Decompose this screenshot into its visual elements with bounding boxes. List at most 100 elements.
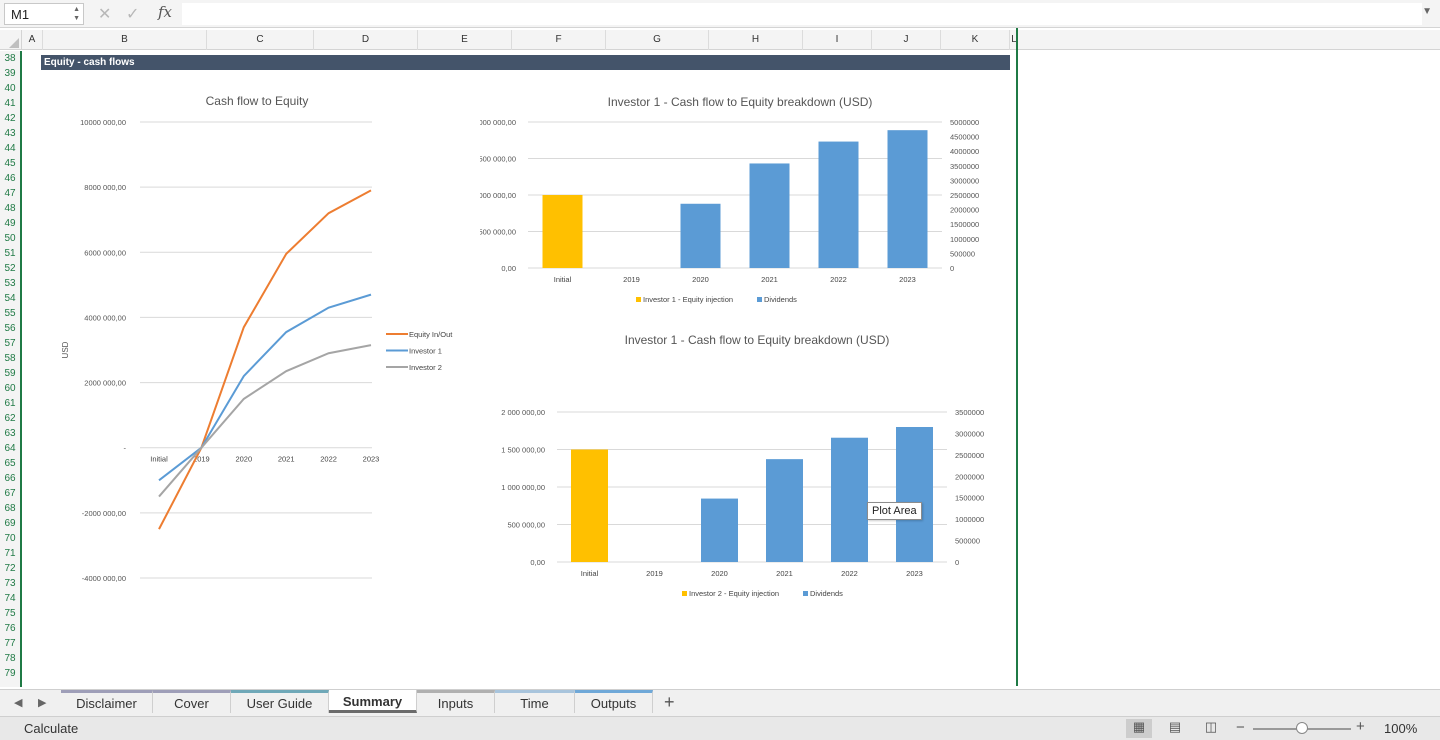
row-header[interactable]: 68 [0,501,20,516]
row-header[interactable]: 72 [0,561,20,576]
row-header[interactable]: 44 [0,141,20,156]
column-header[interactable]: A [22,30,43,50]
row-header[interactable]: 49 [0,216,20,231]
row-header[interactable]: 79 [0,666,20,681]
row-header[interactable]: 51 [0,246,20,261]
row-header[interactable]: 58 [0,351,20,366]
tab-inputs[interactable]: Inputs [417,690,495,713]
row-header[interactable]: 67 [0,486,20,501]
row-header[interactable]: 38 [0,51,20,66]
name-box-value: M1 [11,7,30,22]
page-layout-icon[interactable]: ▤ [1162,719,1188,738]
row-header[interactable]: 40 [0,81,20,96]
zoom-slider-handle[interactable] [1296,722,1308,734]
row-header[interactable]: 45 [0,156,20,171]
row-header[interactable]: 65 [0,456,20,471]
row-header[interactable]: 47 [0,186,20,201]
tab-summary[interactable]: Summary [329,690,417,713]
name-box[interactable]: M1 ▲ ▼ [4,3,84,25]
series-line-investor-2 [158,344,372,498]
row-header[interactable]: 78 [0,651,20,666]
y2-tick-label: 1000000 [955,515,984,524]
row-header[interactable]: 46 [0,171,20,186]
y-tick-label: 1 000 000,00 [501,483,545,492]
investor2-bar-chart[interactable]: Investor 1 - Cash flow to Equity breakdo… [480,325,1000,605]
row-header[interactable]: 75 [0,606,20,621]
y-tick-label: 10000 000,00 [80,118,126,127]
row-header[interactable]: 42 [0,111,20,126]
row-header[interactable]: 52 [0,261,20,276]
row-header[interactable]: 55 [0,306,20,321]
cash-flow-line-chart[interactable]: Cash flow to Equity 10000 000,00 8000 000,… [60,88,480,598]
y2-tick-label: 3000000 [955,429,984,438]
y-tick-label: - [124,444,127,453]
row-header[interactable]: 43 [0,126,20,141]
cancel-icon[interactable]: ✕ [98,4,111,24]
page-break-icon[interactable]: ◫ [1198,719,1224,738]
add-sheet-icon[interactable]: + [664,692,675,713]
y2-tick-label: 3500000 [950,162,979,171]
column-header[interactable]: H [709,30,803,50]
row-header[interactable]: 73 [0,576,20,591]
y2-tick-label: 1500000 [955,494,984,503]
normal-view-icon[interactable]: ▦ [1126,719,1152,738]
row-header[interactable]: 71 [0,546,20,561]
scroll-left-icon[interactable]: ◀ [14,696,22,709]
x-tick-label: 2023 [906,569,923,578]
enter-icon[interactable]: ✓ [126,4,139,24]
row-header[interactable]: 54 [0,291,20,306]
row-header[interactable]: 48 [0,201,20,216]
select-all-button[interactable] [0,30,22,50]
row-header[interactable]: 61 [0,396,20,411]
column-header[interactable]: J [872,30,941,50]
chart-title: Cash flow to Equity [206,94,309,108]
tab-cover[interactable]: Cover [153,690,231,713]
column-header[interactable]: F [512,30,606,50]
column-header[interactable]: B [43,30,207,50]
column-header[interactable]: I [803,30,872,50]
row-header[interactable]: 62 [0,411,20,426]
tab-disclaimer[interactable]: Disclaimer [61,690,153,713]
row-header[interactable]: 70 [0,531,20,546]
bar-investor-1-equity-injection-initial [542,195,583,268]
zoom-in-icon[interactable]: + [1356,718,1365,735]
row-header[interactable]: 39 [0,66,20,81]
tab-outputs[interactable]: Outputs [575,690,653,713]
formula-input[interactable] [182,3,1422,25]
row-header[interactable]: 50 [0,231,20,246]
row-header[interactable]: 64 [0,441,20,456]
status-bar: Calculate ▦ ▤ ◫ − + 100% [0,716,1440,740]
row-header[interactable]: 74 [0,591,20,606]
row-header[interactable]: 57 [0,336,20,351]
row-header[interactable]: 69 [0,516,20,531]
column-header[interactable]: C [207,30,314,50]
row-header[interactable]: 60 [0,381,20,396]
insert-function-icon[interactable]: fx [158,3,172,21]
column-header[interactable]: G [606,30,709,50]
row-header[interactable]: 59 [0,366,20,381]
row-header[interactable]: 41 [0,96,20,111]
zoom-level[interactable]: 100% [1384,721,1417,736]
x-tick-label: 2019 [646,569,663,578]
row-header[interactable]: 63 [0,426,20,441]
x-tick-label: Initial [150,455,168,464]
legend-swatch [757,297,762,302]
column-header[interactable]: E [418,30,512,50]
row-header[interactable]: 53 [0,276,20,291]
tab-time[interactable]: Time [495,690,575,713]
column-header[interactable]: D [314,30,418,50]
column-header[interactable]: K [941,30,1010,50]
y-tick-label: 1 000 000,00 [480,191,516,200]
investor1-bar-chart[interactable]: Investor 1 - Cash flow to Equity breakdo… [480,88,1000,313]
row-header[interactable]: 77 [0,636,20,651]
y-tick-label: 2 000 000,00 [501,408,545,417]
row-header[interactable]: 66 [0,471,20,486]
name-box-stepper-icon[interactable]: ▲ ▼ [73,5,80,23]
row-header[interactable]: 76 [0,621,20,636]
zoom-out-icon[interactable]: − [1236,719,1245,736]
scroll-right-icon[interactable]: ▶ [38,696,46,709]
tab-user-guide[interactable]: User Guide [231,690,329,713]
x-tick-label: 2021 [761,275,778,284]
chevron-down-icon[interactable]: ▼ [1422,6,1432,17]
row-header[interactable]: 56 [0,321,20,336]
